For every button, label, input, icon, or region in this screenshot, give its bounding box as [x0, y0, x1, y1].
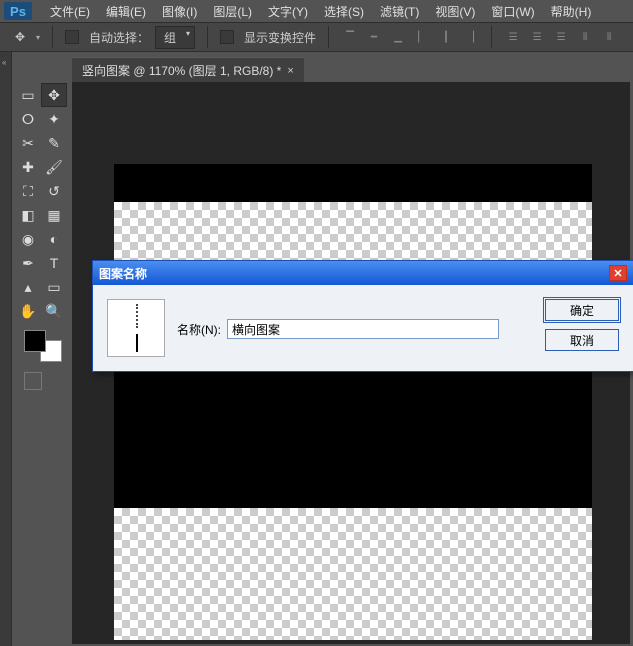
- align-hcenter-icon[interactable]: ┃: [437, 29, 455, 45]
- stamp-tool[interactable]: ⛶: [16, 180, 40, 202]
- name-field-group: 名称(N):: [177, 319, 499, 339]
- quick-mask-toggle[interactable]: [24, 372, 42, 390]
- divider: [207, 26, 208, 48]
- collapse-icon: «: [2, 58, 6, 67]
- name-label: 名称(N):: [177, 321, 221, 338]
- align-vcenter-icon[interactable]: ━: [365, 29, 383, 45]
- menu-help[interactable]: 帮助(H): [543, 3, 600, 20]
- dialog-titlebar[interactable]: 图案名称 ✕: [93, 261, 633, 285]
- distribute-vcenter-icon[interactable]: ☰: [528, 29, 546, 45]
- eyedropper-tool[interactable]: ✎: [42, 132, 66, 154]
- crop-tool[interactable]: ✂: [16, 132, 40, 154]
- close-button[interactable]: ✕: [609, 265, 627, 281]
- distribute-left-icon[interactable]: ⦀: [576, 29, 594, 45]
- pattern-name-dialog: 图案名称 ✕ 名称(N): 确定 取消: [92, 260, 633, 372]
- align-left-icon[interactable]: ▏: [413, 29, 431, 45]
- name-input[interactable]: [227, 319, 499, 339]
- history-brush-tool[interactable]: ↺: [42, 180, 66, 202]
- document-tab[interactable]: 竖向图案 @ 1170% (图层 1, RGB/8) * ×: [72, 57, 304, 83]
- brush-tool[interactable]: 🖌: [42, 156, 66, 178]
- healing-tool[interactable]: ✚: [16, 156, 40, 178]
- cancel-button[interactable]: 取消: [545, 329, 619, 351]
- ok-button[interactable]: 确定: [545, 299, 619, 321]
- distribute-bottom-icon[interactable]: ☰: [552, 29, 570, 45]
- lasso-tool[interactable]: ⵔ: [16, 108, 40, 130]
- pen-tool[interactable]: ✒: [16, 252, 40, 274]
- preview-dashed-line: [136, 304, 138, 328]
- menu-filter[interactable]: 滤镜(T): [372, 3, 427, 20]
- align-bottom-icon[interactable]: ▁: [389, 29, 407, 45]
- divider: [491, 26, 492, 48]
- blur-tool[interactable]: ◉: [16, 228, 40, 250]
- auto-select-label: 自动选择：: [89, 29, 149, 46]
- dodge-tool[interactable]: ◐: [42, 228, 66, 250]
- pattern-preview: [107, 299, 165, 357]
- marquee-tool[interactable]: ▭: [16, 84, 40, 106]
- menu-edit[interactable]: 编辑(E): [98, 3, 154, 20]
- dialog-body: 名称(N): 确定 取消: [93, 285, 633, 371]
- show-transform-checkbox[interactable]: [220, 30, 234, 44]
- canvas[interactable]: [114, 164, 592, 640]
- gradient-tool[interactable]: ▦: [42, 204, 66, 226]
- menu-view[interactable]: 视图(V): [427, 3, 483, 20]
- hand-tool[interactable]: ✋: [16, 300, 40, 322]
- color-swatch[interactable]: [24, 330, 62, 362]
- divider: [52, 26, 53, 48]
- menu-layer[interactable]: 图层(L): [205, 3, 260, 20]
- menu-select[interactable]: 选择(S): [316, 3, 372, 20]
- close-icon[interactable]: ×: [287, 65, 293, 77]
- menu-type[interactable]: 文字(Y): [260, 3, 316, 20]
- menu-window[interactable]: 窗口(W): [483, 3, 542, 20]
- path-select-tool[interactable]: ▴: [16, 276, 40, 298]
- eraser-tool[interactable]: ◧: [16, 204, 40, 226]
- move-tool[interactable]: ✥: [42, 84, 66, 106]
- app-logo: Ps: [4, 2, 32, 20]
- zoom-tool[interactable]: 🔍: [42, 300, 66, 322]
- preview-solid-line: [136, 334, 138, 352]
- panel-collapse-strip[interactable]: «: [0, 52, 12, 646]
- menu-image[interactable]: 图像(I): [154, 3, 205, 20]
- auto-select-checkbox[interactable]: [65, 30, 79, 44]
- distribute-top-icon[interactable]: ☰: [504, 29, 522, 45]
- options-bar: ✥ ▾ 自动选择： 组 显示变换控件 ▔ ━ ▁ ▏ ┃ ▕ ☰ ☰ ☰ ⦀ ⦀: [0, 22, 633, 52]
- document-tab-bar: 竖向图案 @ 1170% (图层 1, RGB/8) * ×: [72, 58, 304, 82]
- menu-bar: Ps 文件(E) 编辑(E) 图像(I) 图层(L) 文字(Y) 选择(S) 滤…: [0, 0, 633, 22]
- shape-tool[interactable]: ▭: [42, 276, 66, 298]
- move-tool-indicator: ✥: [10, 27, 30, 47]
- align-top-icon[interactable]: ▔: [341, 29, 359, 45]
- distribute-hcenter-icon[interactable]: ⦀: [600, 29, 618, 45]
- transparent-region: [114, 508, 592, 640]
- foreground-color[interactable]: [24, 330, 46, 352]
- toolbox: ▭ ✥ ⵔ ✦ ✂ ✎ ✚ 🖌 ⛶ ↺ ◧ ▦ ◉ ◐ ✒ T ▴ ▭ ✋ 🔍: [12, 80, 70, 394]
- tab-title: 竖向图案 @ 1170% (图层 1, RGB/8) *: [82, 62, 281, 79]
- align-right-icon[interactable]: ▕: [461, 29, 479, 45]
- auto-select-dropdown[interactable]: 组: [155, 26, 195, 49]
- type-tool[interactable]: T: [42, 252, 66, 274]
- menu-file[interactable]: 文件(E): [42, 3, 98, 20]
- dialog-title: 图案名称: [99, 265, 147, 282]
- show-transform-label: 显示变换控件: [244, 29, 316, 46]
- divider: [328, 26, 329, 48]
- magic-wand-tool[interactable]: ✦: [42, 108, 66, 130]
